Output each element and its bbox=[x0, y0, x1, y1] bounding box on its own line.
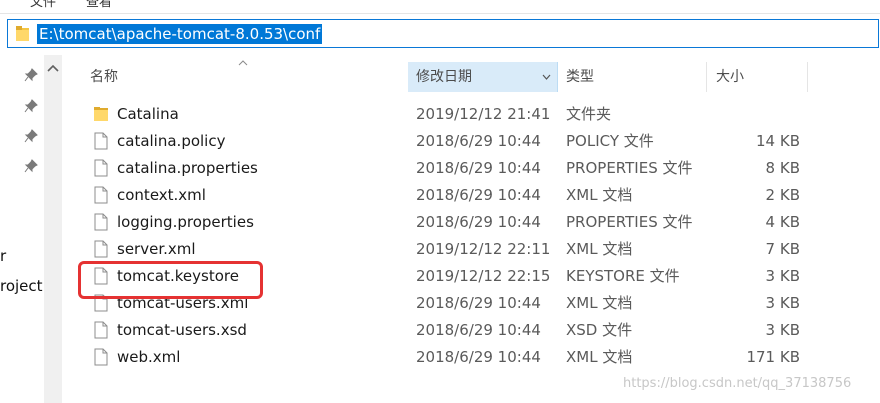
file-name[interactable]: Catalina bbox=[117, 101, 179, 128]
file-date: 2018/6/29 10:44 bbox=[416, 132, 541, 150]
file-date: 2019/12/12 22:15 bbox=[416, 267, 551, 285]
file-icon bbox=[94, 159, 108, 177]
annotation-highlight-box bbox=[78, 261, 263, 299]
file-date: 2019/12/12 22:11 bbox=[416, 240, 551, 258]
file-name[interactable]: tomcat-users.xsd bbox=[117, 317, 247, 344]
column-header-date-label: 修改日期 bbox=[416, 69, 472, 85]
file-date: 2018/6/29 10:44 bbox=[416, 348, 541, 366]
file-name[interactable]: catalina.policy bbox=[117, 128, 225, 155]
pin-icon[interactable] bbox=[24, 99, 38, 113]
ribbon-menu: 文件 查看 bbox=[0, 0, 880, 14]
file-row[interactable]: context.xml 2018/6/29 10:44 XML 文档 2 KB bbox=[82, 182, 808, 209]
pin-icon[interactable] bbox=[24, 68, 38, 82]
file-size: 3 KB bbox=[765, 321, 800, 339]
file-icon bbox=[94, 186, 108, 204]
file-name[interactable]: catalina.properties bbox=[117, 155, 258, 182]
file-type: 文件夹 bbox=[566, 105, 612, 123]
folder-icon bbox=[16, 26, 29, 41]
file-icon bbox=[94, 132, 108, 150]
file-size: 171 KB bbox=[746, 348, 800, 366]
address-path[interactable]: E:\tomcat\apache-tomcat-8.0.53\conf bbox=[37, 24, 323, 44]
file-size: 3 KB bbox=[765, 267, 800, 285]
chevron-up-icon[interactable] bbox=[47, 63, 59, 73]
file-size: 4 KB bbox=[765, 213, 800, 231]
file-type: KEYSTORE 文件 bbox=[566, 267, 680, 285]
file-name[interactable]: server.xml bbox=[117, 236, 196, 263]
file-name[interactable]: logging.properties bbox=[117, 209, 254, 236]
file-size: 8 KB bbox=[765, 159, 800, 177]
file-date: 2018/6/29 10:44 bbox=[416, 321, 541, 339]
file-name[interactable]: context.xml bbox=[117, 182, 206, 209]
file-size: 2 KB bbox=[765, 186, 800, 204]
column-header-type[interactable]: 类型 bbox=[559, 62, 707, 92]
file-type: XML 文档 bbox=[566, 240, 633, 258]
file-row[interactable]: server.xml 2019/12/12 22:11 XML 文档 7 KB bbox=[82, 236, 808, 263]
nav-item[interactable]: roject bbox=[0, 277, 43, 295]
file-type: PROPERTIES 文件 bbox=[566, 159, 693, 177]
file-icon bbox=[94, 213, 108, 231]
file-name[interactable]: web.xml bbox=[117, 344, 180, 371]
file-type: XSD 文件 bbox=[566, 321, 633, 339]
file-row[interactable]: web.xml 2018/6/29 10:44 XML 文档 171 KB bbox=[82, 344, 808, 371]
navigation-pane: r roject bbox=[0, 55, 44, 403]
watermark: https://blog.csdn.net/qq_37138756 bbox=[623, 376, 852, 391]
ribbon-file-tab[interactable]: 文件 bbox=[30, 0, 56, 10]
file-date: 2018/6/29 10:44 bbox=[416, 294, 541, 312]
file-date: 2019/12/12 21:41 bbox=[416, 105, 551, 123]
nav-scrollbar[interactable] bbox=[44, 55, 62, 403]
file-date: 2018/6/29 10:44 bbox=[416, 213, 541, 231]
file-date: 2018/6/29 10:44 bbox=[416, 186, 541, 204]
file-type: XML 文档 bbox=[566, 186, 633, 204]
address-bar[interactable]: E:\tomcat\apache-tomcat-8.0.53\conf bbox=[7, 19, 879, 48]
file-size: 3 KB bbox=[765, 294, 800, 312]
column-header-date[interactable]: 修改日期 bbox=[408, 62, 558, 92]
file-date: 2018/6/29 10:44 bbox=[416, 159, 541, 177]
file-row[interactable]: catalina.properties 2018/6/29 10:44 PROPER… bbox=[82, 155, 808, 182]
file-row[interactable]: catalina.policy 2018/6/29 10:44 POLICY 文件 1… bbox=[82, 128, 808, 155]
file-row[interactable]: Catalina 2019/12/12 21:41 文件夹 bbox=[82, 101, 808, 128]
pin-icon[interactable] bbox=[24, 129, 38, 143]
file-size: 7 KB bbox=[765, 240, 800, 258]
file-type: POLICY 文件 bbox=[566, 132, 654, 150]
file-row[interactable]: tomcat-users.xsd 2018/6/29 10:44 XSD 文件 3 K… bbox=[82, 317, 808, 344]
column-header-size[interactable]: 大小 bbox=[708, 62, 808, 92]
file-icon bbox=[94, 240, 108, 258]
file-icon bbox=[94, 348, 108, 366]
file-type: XML 文档 bbox=[566, 294, 633, 312]
file-row[interactable]: logging.properties 2018/6/29 10:44 PROPERT… bbox=[82, 209, 808, 236]
file-icon bbox=[94, 321, 108, 339]
nav-item[interactable]: r bbox=[0, 247, 6, 265]
file-type: PROPERTIES 文件 bbox=[566, 213, 693, 231]
file-size: 14 KB bbox=[756, 132, 800, 150]
file-type: XML 文档 bbox=[566, 348, 633, 366]
ribbon-view-tab[interactable]: 查看 bbox=[86, 0, 112, 10]
pin-icon[interactable] bbox=[24, 159, 38, 173]
chevron-down-icon[interactable] bbox=[542, 74, 551, 80]
column-header-name[interactable]: 名称 bbox=[90, 62, 406, 92]
folder-icon bbox=[94, 107, 108, 121]
